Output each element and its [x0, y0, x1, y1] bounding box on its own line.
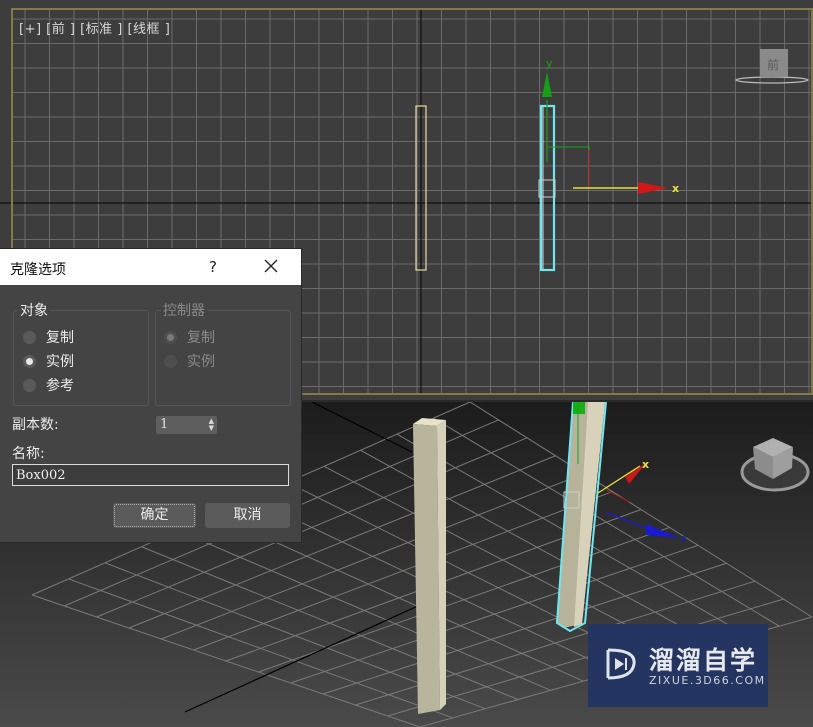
- help-button[interactable]: ?: [209, 258, 217, 276]
- copies-value[interactable]: 1: [160, 417, 168, 432]
- gizmo-y-label: y: [546, 57, 553, 70]
- box002-pillar-selected[interactable]: [555, 402, 607, 633]
- name-input[interactable]: [12, 464, 289, 486]
- radio-label: 实例: [46, 354, 74, 370]
- copies-spinner[interactable]: 1 ▲ ▼: [156, 416, 217, 434]
- box001-pillar[interactable]: [413, 418, 446, 714]
- dialog-titlebar[interactable]: 克隆选项 ?: [0, 249, 301, 285]
- controller-group-title: 控制器: [161, 300, 207, 320]
- ok-button[interactable]: 确定: [113, 503, 196, 528]
- name-label: 名称:: [12, 446, 45, 462]
- play-logo-icon: [606, 648, 636, 680]
- spinner-arrows-icon[interactable]: ▲ ▼: [209, 418, 214, 432]
- radio-label: 实例: [187, 354, 215, 370]
- viewcube-front[interactable]: 前: [735, 49, 809, 84]
- viewport-label-menu[interactable]: [+] [前 ] [标准 ] [线框 ]: [19, 18, 170, 37]
- cancel-button[interactable]: 取消: [205, 503, 290, 528]
- viewcube-perspective[interactable]: [740, 438, 810, 492]
- grid-line: [360, 449, 715, 645]
- copies-label: 副本数:: [12, 417, 59, 433]
- radio-label: 参考: [46, 378, 74, 394]
- radio-button-disabled: [164, 354, 177, 368]
- radio-controller-instance: 实例: [164, 351, 215, 371]
- radio-object-copy[interactable]: 复制: [23, 327, 74, 347]
- gizmo-x-label: x: [672, 182, 679, 195]
- radio-controller-copy: 复制: [164, 327, 215, 347]
- radio-button[interactable]: [23, 330, 36, 344]
- watermark-url: ZIXUE.3D66.COM: [649, 674, 766, 687]
- clone-options-dialog: 克隆选项 ? 对象 复制 实例 参考 控制器 复制 实例 副本数: 1 ▲ ▼ 名…: [0, 249, 301, 542]
- watermark-title: 溜溜自学: [649, 646, 758, 675]
- object-group-title: 对象: [18, 300, 50, 320]
- gizmo-x-label: x: [642, 458, 649, 471]
- radio-label: 复制: [187, 330, 215, 346]
- gizmo-y-arrow-icon[interactable]: [542, 72, 552, 97]
- radio-button-disabled: [164, 330, 177, 344]
- gizmo-x-arrow-icon[interactable]: [638, 182, 668, 194]
- radio-button-selected[interactable]: [23, 354, 36, 368]
- radio-button[interactable]: [23, 378, 36, 392]
- radio-object-reference[interactable]: 参考: [23, 375, 74, 395]
- close-icon[interactable]: [262, 257, 280, 275]
- grid-line: [469, 402, 813, 618]
- gizmo-z-label: z: [681, 532, 687, 545]
- radio-label: 复制: [46, 330, 74, 346]
- watermark-logo: 溜溜自学 ZIXUE.3D66.COM: [588, 624, 768, 707]
- dialog-title: 克隆选项: [10, 262, 66, 278]
- viewcube-label: 前: [767, 57, 779, 72]
- radio-object-instance[interactable]: 实例: [23, 351, 74, 371]
- grid-line: [433, 417, 780, 627]
